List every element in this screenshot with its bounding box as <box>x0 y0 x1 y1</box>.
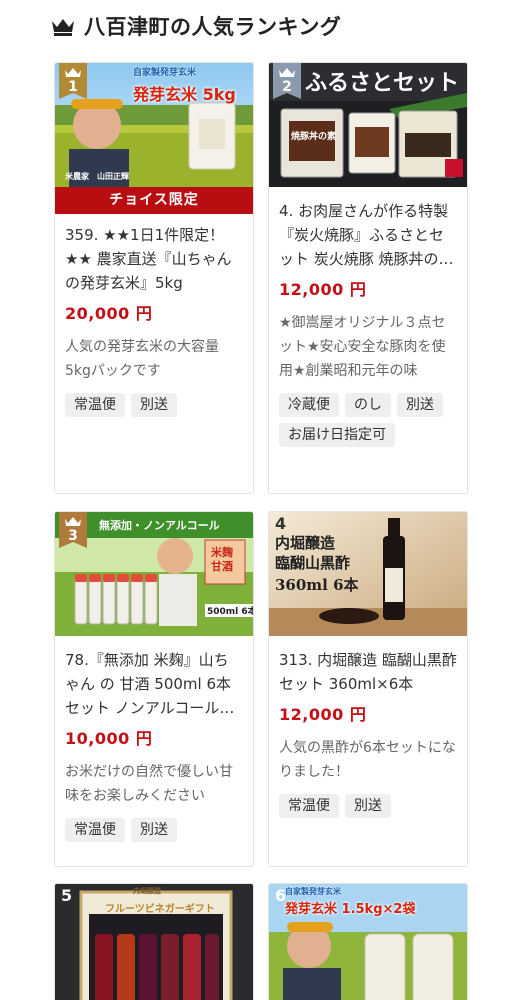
choice-limited-badge: チョイス限定 <box>55 187 253 214</box>
tag: のし <box>345 393 391 417</box>
tag-list: 常温便 別送 <box>65 393 243 417</box>
tag: 常温便 <box>65 393 125 417</box>
image-subcaption: 自家製発芽玄米 <box>133 68 197 78</box>
image-caption: 発芽玄米 1.5kg×2袋 <box>285 902 416 917</box>
product-price: 12,000 円 <box>279 705 367 724</box>
image-note: 米農家 山田正輝 <box>65 172 129 181</box>
tag-list: 冷蔵便 のし 別送 お届け日指定可 <box>279 393 457 447</box>
tag-list: 常温便 別送 <box>65 818 243 842</box>
ranking-card-6[interactable]: 自家製発芽玄米 発芽玄米 1.5kg×2袋 6 <box>268 883 468 1000</box>
product-image: 無添加・ノンアルコール 米麹甘酒 500ml 6本 3 <box>55 512 253 636</box>
product-price: 20,000 円 <box>65 304 153 323</box>
product-name[interactable]: 359. ★★1日1件限定！★★ 農家直送『山ちゃんの発芽玄米』5kg <box>65 223 243 295</box>
image-note: 500ml 6本 <box>205 604 253 617</box>
rank-badge: 1 <box>59 63 87 99</box>
product-price: 10,000 円 <box>65 729 153 748</box>
product-image: ふるさとセット 焼豚丼の素 2 <box>269 63 467 187</box>
image-caption: フルーツビネガーギフト <box>105 904 215 915</box>
image-subcaption: 米麹甘酒 <box>211 546 233 573</box>
product-description: 人気の発芽玄米の大容量5kgパックです <box>65 339 219 379</box>
tag: 別送 <box>131 393 177 417</box>
image-subcaption: 内堀醸造 <box>133 887 161 895</box>
product-image: 内堀醸造 フルーツビネガーギフト 5 <box>55 884 253 1000</box>
ranking-card-3[interactable]: 無添加・ノンアルコール 米麹甘酒 500ml 6本 3 78.『無添加 米麹』山… <box>54 511 254 867</box>
rank-badge: 3 <box>59 512 87 548</box>
image-subcaption: 焼豚丼の素 <box>291 132 337 142</box>
ranking-card-5[interactable]: 内堀醸造 フルーツビネガーギフト 5 <box>54 883 254 1000</box>
image-subcaption: 臨醐山黒酢 <box>275 554 351 572</box>
ranking-card-4[interactable]: 内堀醸造 臨醐山黒酢 360ml 6本 4 313. 内堀醸造 臨醐山黒酢セット… <box>268 511 468 867</box>
tag: 常温便 <box>279 794 339 818</box>
product-description: ★御嵩屋オリジナル３点セット★安心安全な豚肉を使用★創業昭和元年の味 <box>279 315 446 379</box>
crown-icon <box>52 19 74 36</box>
image-caption: ふるさとセット <box>305 70 460 96</box>
tag: お届け日指定可 <box>279 423 395 447</box>
rank-badge: 2 <box>273 63 301 99</box>
product-description: お米だけの自然で優しい甘味をお楽しみください <box>65 764 233 804</box>
product-name[interactable]: 78.『無添加 米麹』山ちゃん の 甘酒 500ml 6本 セット ノンアルコー… <box>65 648 243 720</box>
rank-badge: 6 <box>275 886 287 905</box>
image-caption: 発芽玄米 5kg <box>133 85 236 104</box>
product-name[interactable]: 4. お肉屋さんが作る特製『炭火焼豚』ふるさとセット 炭火焼豚 焼豚丼の素 … <box>279 199 457 271</box>
section-header: 八百津町の人気ランキング <box>50 8 341 44</box>
product-description: 人気の黒酢が6本セットになりました！ <box>279 740 456 780</box>
page-title: 八百津町の人気ランキング <box>84 15 342 39</box>
tag-list: 常温便 別送 <box>279 794 457 818</box>
image-caption: 無添加・ノンアルコール <box>99 519 220 532</box>
product-price: 12,000 円 <box>279 280 367 299</box>
image-note: 360ml 6本 <box>275 576 359 594</box>
product-image: 発芽玄米 5kg 自家製発芽玄米 米農家 山田正輝 1 <box>55 63 253 187</box>
ranking-card-2[interactable]: ふるさとセット 焼豚丼の素 2 4. お肉屋さんが作る特製『炭火焼豚』ふるさとセ… <box>268 62 468 494</box>
tag: 常温便 <box>65 818 125 842</box>
tag: 冷蔵便 <box>279 393 339 417</box>
product-image: 内堀醸造 臨醐山黒酢 360ml 6本 4 <box>269 512 467 636</box>
product-image: 自家製発芽玄米 発芽玄米 1.5kg×2袋 6 <box>269 884 467 1000</box>
tag: 別送 <box>397 393 443 417</box>
tag: 別送 <box>131 818 177 842</box>
rank-badge: 4 <box>275 514 287 533</box>
rank-badge: 5 <box>61 886 73 905</box>
product-name[interactable]: 313. 内堀醸造 臨醐山黒酢セット 360ml×6本 <box>279 648 457 696</box>
tag: 別送 <box>345 794 391 818</box>
ranking-card-1[interactable]: 発芽玄米 5kg 自家製発芽玄米 米農家 山田正輝 1 チョイス限定 359. … <box>54 62 254 494</box>
